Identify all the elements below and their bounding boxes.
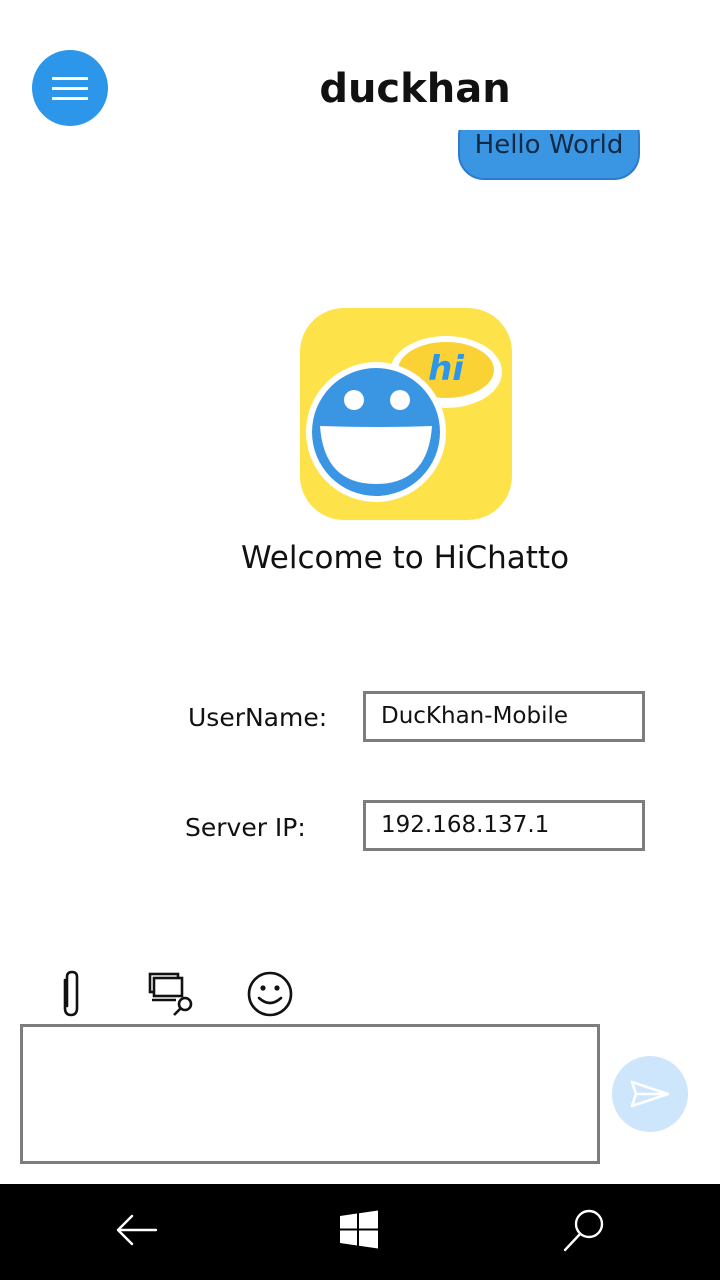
server-ip-field[interactable]: 192.168.137.1 [363, 800, 645, 851]
server-ip-label: Server IP: [185, 813, 306, 842]
welcome-text: Welcome to HiChatto [240, 540, 570, 576]
image-search-icon[interactable] [146, 968, 196, 1022]
logo-text: hi [428, 349, 465, 389]
send-icon [630, 1080, 670, 1108]
menu-button[interactable] [32, 50, 108, 126]
windows-icon[interactable] [336, 1206, 384, 1258]
smiley-icon[interactable] [246, 968, 296, 1022]
app-logo: hi [300, 308, 512, 520]
username-field[interactable]: DucKhan-Mobile [363, 691, 645, 742]
message-input[interactable] [20, 1024, 600, 1164]
username-label: UserName: [188, 703, 328, 732]
send-button[interactable] [612, 1056, 688, 1132]
back-arrow-icon[interactable] [112, 1206, 160, 1258]
hamburger-menu-icon [52, 77, 88, 80]
paperclip-icon[interactable] [54, 968, 88, 1024]
message-bubble[interactable]: Hello World [458, 130, 640, 180]
page-title: duckhan [319, 66, 511, 112]
chat-messages: Hello World [0, 130, 720, 190]
search-icon[interactable] [560, 1206, 608, 1258]
